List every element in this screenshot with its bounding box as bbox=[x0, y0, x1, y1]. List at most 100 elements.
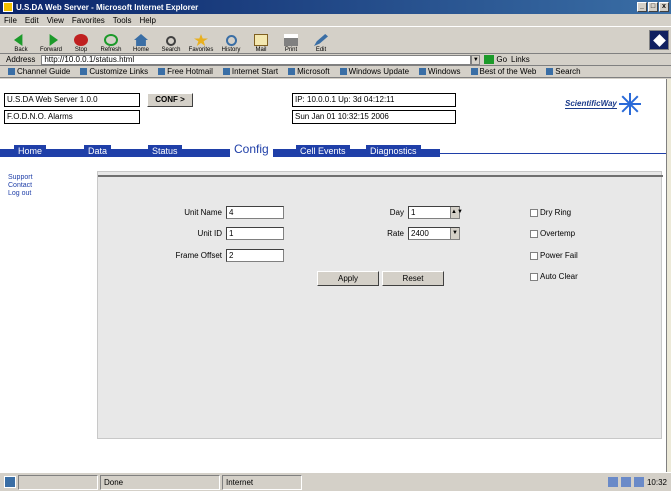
favorites-button[interactable]: Favorites bbox=[188, 27, 214, 53]
mail-button[interactable]: Mail bbox=[248, 27, 274, 53]
zone-text: Internet bbox=[222, 474, 302, 490]
page-status-icon bbox=[4, 476, 16, 488]
links-bar: Channel Guide Customize Links Free Hotma… bbox=[0, 66, 671, 78]
link-free-hotmail[interactable]: Free Hotmail bbox=[158, 67, 213, 76]
window-title: U.S.DA Web Server - Microsoft Internet E… bbox=[16, 2, 199, 12]
power-fail-checkbox[interactable]: Power Fail bbox=[530, 251, 578, 260]
edit-button[interactable]: Edit bbox=[308, 27, 334, 53]
conf-button[interactable]: CONF > bbox=[147, 93, 193, 107]
chevron-down-icon[interactable]: ▲▼ bbox=[450, 207, 463, 218]
go-arrow-icon bbox=[484, 55, 495, 64]
link-microsoft[interactable]: Microsoft bbox=[288, 67, 329, 76]
logo-text: ScientificWay bbox=[565, 99, 617, 109]
device-time-box: Sun Jan 01 10:32:15 2006 bbox=[292, 110, 456, 124]
window-controls: _ □ x bbox=[637, 2, 669, 12]
ie-app-icon bbox=[3, 2, 13, 12]
unit-name-input[interactable]: 4 bbox=[226, 206, 284, 219]
maximize-button[interactable]: □ bbox=[648, 2, 658, 12]
links-label[interactable]: Links bbox=[511, 55, 530, 64]
checkbox-box[interactable] bbox=[530, 208, 538, 217]
link-channel-guide[interactable]: Channel Guide bbox=[8, 67, 70, 76]
tab-config[interactable]: Config bbox=[230, 143, 273, 157]
tab-home[interactable]: Home bbox=[14, 145, 47, 157]
frame-offset-input[interactable]: 2 bbox=[226, 249, 284, 262]
system-tray: 10:32 bbox=[607, 477, 667, 487]
menu-view[interactable]: View bbox=[47, 16, 64, 25]
print-icon bbox=[284, 34, 298, 46]
overtemp-checkbox[interactable]: Overtemp bbox=[530, 229, 575, 238]
company-logo: ScientificWay bbox=[565, 93, 641, 115]
unit-id-label: Unit ID bbox=[197, 229, 222, 238]
link-best-of-web[interactable]: Best of the Web bbox=[471, 67, 537, 76]
page-content: U.S.DA Web Server 1.0.0 F.O.D.N.O. Alarm… bbox=[0, 79, 666, 472]
go-button[interactable]: Go bbox=[484, 55, 507, 64]
day-label: Day bbox=[389, 208, 404, 217]
unit-name-label: Unit Name bbox=[184, 208, 222, 217]
tab-diagnostics[interactable]: Diagnostics bbox=[366, 145, 421, 157]
side-link-support[interactable]: Support bbox=[8, 174, 33, 182]
stop-icon bbox=[74, 34, 88, 46]
refresh-button[interactable]: Refresh bbox=[98, 27, 124, 53]
link-search[interactable]: Search bbox=[546, 67, 580, 76]
checkbox-box[interactable] bbox=[530, 251, 538, 260]
tray-clock[interactable]: 10:32 bbox=[647, 478, 667, 487]
panel-rule bbox=[98, 175, 663, 177]
forward-button[interactable]: Forward bbox=[38, 27, 64, 53]
menu-edit[interactable]: Edit bbox=[25, 16, 39, 25]
address-dropdown-icon[interactable]: ▼ bbox=[471, 54, 481, 65]
frame-offset-label: Frame Offset bbox=[175, 251, 222, 260]
chevron-down-icon[interactable]: ▼ bbox=[450, 228, 459, 239]
device-name-box: U.S.DA Web Server 1.0.0 bbox=[4, 93, 140, 107]
volume-icon[interactable] bbox=[620, 477, 631, 487]
standard-toolbar: Back Forward Stop Refresh Home Search Fa… bbox=[0, 26, 671, 54]
menu-tools[interactable]: Tools bbox=[113, 16, 132, 25]
tray-app-icon[interactable] bbox=[633, 477, 644, 487]
tab-data[interactable]: Data bbox=[84, 145, 112, 157]
close-button[interactable]: x bbox=[659, 2, 669, 12]
forward-arrow-icon bbox=[49, 34, 58, 46]
side-link-contact[interactable]: Contact bbox=[8, 182, 33, 190]
back-button[interactable]: Back bbox=[8, 27, 34, 53]
menu-file[interactable]: File bbox=[4, 16, 17, 25]
minimize-button[interactable]: _ bbox=[637, 2, 647, 12]
checkbox-box[interactable] bbox=[530, 272, 538, 281]
menu-favorites[interactable]: Favorites bbox=[72, 16, 105, 25]
link-windows-update[interactable]: Windows Update bbox=[340, 67, 409, 76]
network-icon[interactable] bbox=[607, 477, 618, 487]
status-segment bbox=[18, 474, 98, 490]
status-bar: Done Internet 10:32 bbox=[0, 472, 671, 491]
print-button[interactable]: Print bbox=[278, 27, 304, 53]
windows-logo-icon bbox=[649, 30, 669, 50]
unit-id-input[interactable]: 1 bbox=[226, 227, 284, 240]
auto-clear-checkbox[interactable]: Auto Clear bbox=[530, 272, 578, 281]
address-label: Address bbox=[6, 55, 36, 64]
home-button[interactable]: Home bbox=[128, 27, 154, 53]
history-button[interactable]: History bbox=[218, 27, 244, 53]
stop-button[interactable]: Stop bbox=[68, 27, 94, 53]
reset-button[interactable]: Reset bbox=[382, 271, 444, 286]
tab-cell-events[interactable]: Cell Events bbox=[296, 145, 350, 157]
vertical-scrollbar[interactable] bbox=[666, 79, 671, 472]
link-customize-links[interactable]: Customize Links bbox=[80, 67, 148, 76]
back-arrow-icon bbox=[14, 34, 23, 46]
address-input[interactable]: http://10.0.0.1/status.html bbox=[41, 54, 472, 65]
search-button[interactable]: Search bbox=[158, 27, 184, 53]
window-title-bar[interactable]: U.S.DA Web Server - Microsoft Internet E… bbox=[0, 0, 671, 14]
home-icon bbox=[134, 34, 148, 46]
checkbox-box[interactable] bbox=[530, 229, 538, 238]
logo-star-icon bbox=[618, 93, 641, 115]
side-link-logout[interactable]: Log out bbox=[8, 190, 33, 198]
tab-status[interactable]: Status bbox=[148, 145, 182, 157]
dry-ring-checkbox[interactable]: Dry Ring bbox=[530, 208, 571, 217]
rate-select[interactable]: 2400 ▼ bbox=[408, 227, 460, 240]
link-windows[interactable]: Windows bbox=[419, 67, 460, 76]
menu-help[interactable]: Help bbox=[139, 16, 155, 25]
link-internet-start[interactable]: Internet Start bbox=[223, 67, 278, 76]
day-select[interactable]: 1 ▲▼ bbox=[408, 206, 463, 219]
refresh-icon bbox=[104, 34, 118, 46]
apply-button[interactable]: Apply bbox=[317, 271, 379, 286]
nav-divider bbox=[440, 153, 666, 154]
rate-select-value: 2400 bbox=[411, 229, 429, 238]
rate-label: Rate bbox=[387, 229, 404, 238]
config-panel: Unit Name 4 Unit ID 1 Frame Offset 2 Day… bbox=[97, 171, 663, 439]
